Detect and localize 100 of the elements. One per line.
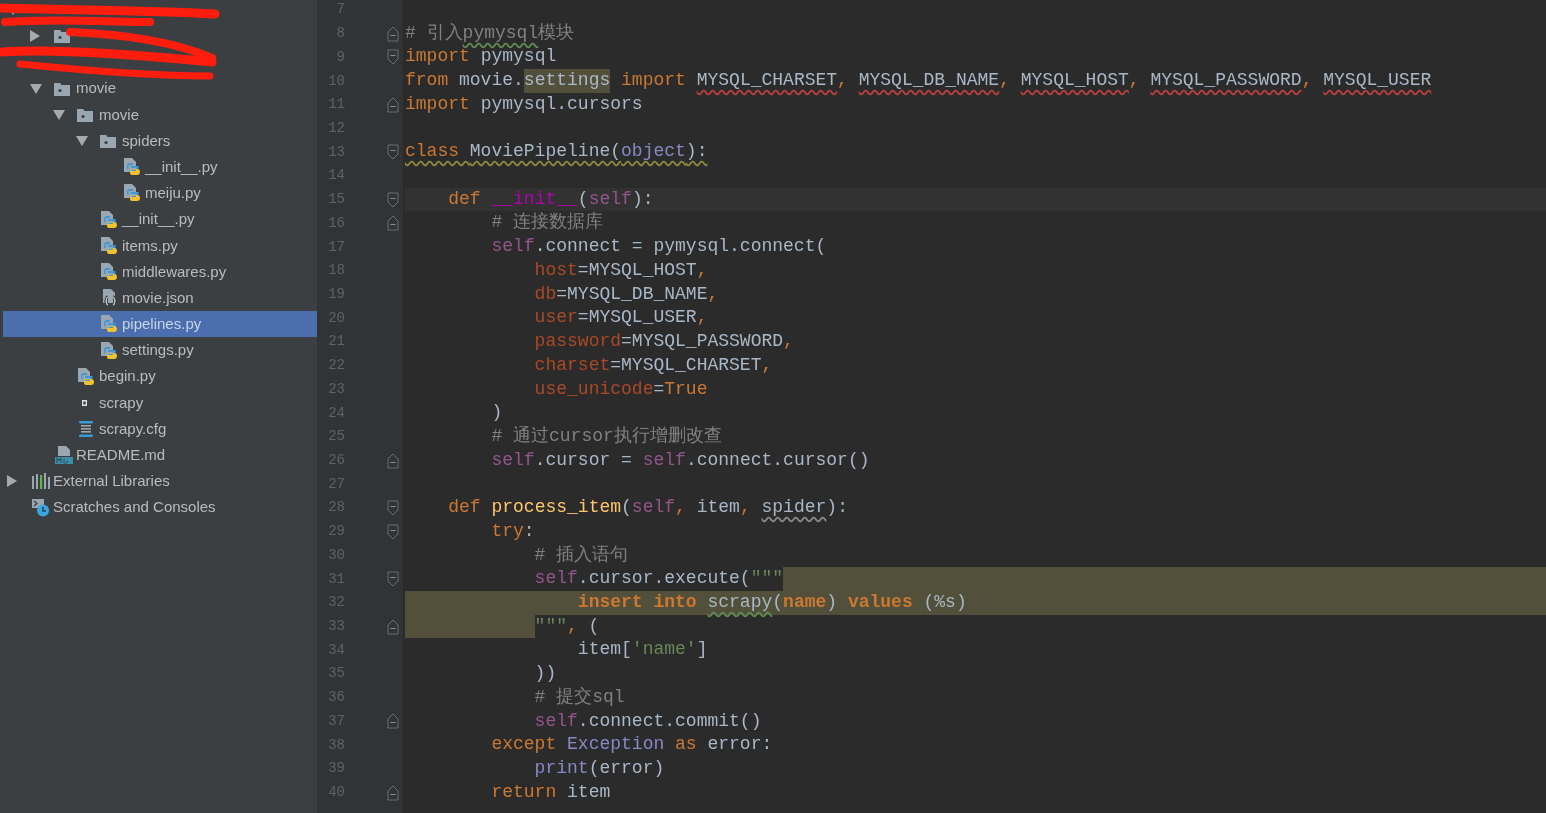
tree-item[interactable]: External Libraries	[0, 468, 317, 495]
fold-icon[interactable]	[387, 784, 399, 801]
tree-item[interactable]: __init__.py	[0, 154, 317, 181]
code-token: settings	[523, 69, 611, 93]
code-token: """	[534, 614, 567, 638]
code-token: import	[620, 69, 687, 93]
code-token: spider	[761, 496, 827, 520]
code-token: ):	[685, 140, 708, 164]
code-token: .connect.cursor()	[685, 448, 870, 472]
code-token: def	[447, 496, 482, 520]
code-token: :	[523, 519, 535, 543]
code-token: __init__	[491, 187, 578, 211]
code-token: MYSQL_USER	[1323, 69, 1432, 93]
spool-icon	[77, 420, 95, 439]
fold-icon[interactable]	[387, 618, 399, 635]
code-token: ):	[826, 496, 848, 520]
code-token: ,	[1301, 69, 1314, 93]
code-token: scrapy	[707, 590, 773, 614]
code-token: # 插入语句	[533, 543, 629, 567]
code-token: .cursor =	[534, 448, 633, 472]
fold-icon[interactable]	[387, 452, 399, 469]
fold-icon[interactable]	[387, 571, 399, 588]
folder-icon	[54, 81, 70, 96]
code-token: pymysql	[480, 45, 557, 69]
code-token: =MYSQL_USER	[577, 306, 697, 330]
code-token: charset	[533, 353, 611, 377]
code-token: values	[847, 590, 913, 614]
tree-item[interactable]: items.py	[0, 232, 317, 259]
markdown-file-icon	[54, 446, 74, 465]
code-token: True	[664, 377, 708, 401]
fold-icon[interactable]	[387, 215, 399, 232]
tree-item[interactable]: pipelines.py	[3, 311, 317, 338]
expanded-arrow-icon[interactable]	[53, 109, 65, 120]
code-token: ,	[696, 306, 708, 330]
tree-item[interactable]: scrapy.cfg	[0, 416, 317, 443]
code-token: import	[405, 45, 471, 69]
code-token: MYSQL_PASSWORD	[1150, 69, 1302, 93]
tree-item[interactable]: README.md	[0, 442, 317, 469]
code-token: ,	[837, 69, 849, 93]
fold-icon[interactable]	[387, 713, 399, 730]
code-token: 模块	[538, 21, 575, 45]
fold-icon[interactable]	[387, 49, 399, 66]
code-token: .connect.commit()	[577, 709, 762, 733]
code-token: try	[490, 519, 524, 543]
code-token: object	[621, 140, 686, 164]
code-token: use_unicode	[533, 377, 654, 401]
code-token: MYSQL_HOST	[1020, 69, 1129, 93]
code-token: (	[577, 187, 589, 211]
code-token: =MYSQL_HOST	[577, 258, 697, 282]
code-token: class	[405, 140, 460, 164]
scratch-clock-icon	[31, 498, 51, 517]
fold-icon[interactable]	[387, 96, 399, 113]
tree-item[interactable]: movie	[0, 101, 317, 128]
code-token: ,	[761, 353, 773, 377]
fold-icon[interactable]	[387, 523, 399, 540]
code-token: ,	[567, 614, 579, 638]
python-file-icon	[100, 315, 118, 334]
code-token: process_item	[491, 496, 622, 520]
code-token: host	[533, 258, 578, 282]
expanded-arrow-icon[interactable]	[30, 83, 42, 94]
tree-item[interactable]: spiders	[0, 127, 317, 155]
tree-item[interactable]: middlewares.py	[0, 258, 317, 286]
fold-icon[interactable]	[387, 191, 399, 208]
tree-item[interactable]: __init__.py	[0, 206, 317, 233]
fold-icon[interactable]	[387, 499, 399, 516]
code-token: )	[826, 590, 839, 614]
code-token: self	[533, 567, 578, 591]
code-token: # 引入	[405, 21, 463, 45]
code-token: ,	[696, 258, 708, 282]
code-token: 'name'	[631, 638, 697, 662]
code-token: =	[653, 377, 665, 401]
fold-icon[interactable]	[387, 144, 399, 161]
code-token: movie.	[459, 69, 524, 93]
code-token: """	[750, 567, 784, 591]
code-token: user	[533, 306, 578, 330]
tree-item[interactable]: begin.py	[0, 363, 317, 390]
tree-item[interactable]: movie.json	[0, 285, 317, 312]
python-file-icon	[100, 236, 118, 255]
python-file-icon	[100, 341, 118, 360]
code-token: password	[533, 330, 622, 354]
tree-item[interactable]: Scratches and Consoles	[0, 494, 317, 521]
code-token: =MYSQL_DB_NAME	[556, 282, 708, 306]
collapsed-arrow-icon[interactable]	[30, 30, 40, 43]
collapsed-arrow-icon[interactable]	[7, 475, 17, 488]
tree-item[interactable]: movie	[0, 75, 317, 102]
code-token: self	[631, 496, 676, 520]
code-token: import	[405, 92, 471, 116]
code-token: return	[490, 780, 558, 804]
expanded-arrow-icon[interactable]	[76, 136, 88, 147]
code-token: =MYSQL_PASSWORD	[621, 330, 784, 354]
code-token: .connect = pymysql.connect(	[534, 235, 827, 259]
code-token: def	[447, 187, 482, 211]
code-token: pymysql.cursors	[480, 92, 643, 116]
tree-item[interactable]: meiju.py	[0, 180, 317, 207]
code-token: Exception	[567, 733, 665, 757]
fold-icon[interactable]	[387, 25, 399, 42]
code-token: (error)	[588, 757, 665, 780]
tree-item[interactable]: scrapy	[0, 389, 317, 416]
python-file-icon	[123, 184, 141, 203]
tree-item[interactable]: settings.py	[0, 337, 317, 364]
